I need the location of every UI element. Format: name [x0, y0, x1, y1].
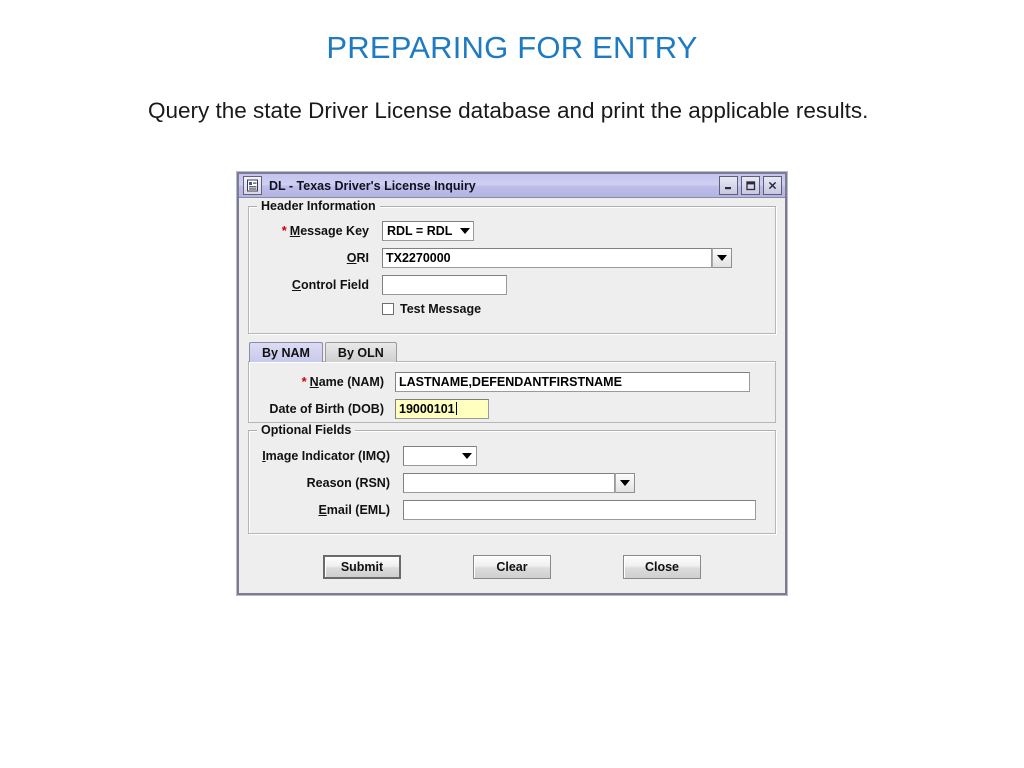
maximize-icon[interactable]	[741, 176, 760, 195]
test-message-row: Test Message	[382, 302, 775, 316]
message-key-combo[interactable]: RDL = RDL	[382, 220, 474, 241]
dl-inquiry-dialog: DL - Texas Driver's License Inquiry Head…	[237, 172, 787, 595]
dialog-body: Header Information * Message Key RDL = RD…	[239, 198, 785, 593]
dialog-title: DL - Texas Driver's License Inquiry	[269, 178, 476, 193]
ori-row: ORI TX2270000	[249, 247, 775, 268]
reason-dropdown-button[interactable]	[615, 472, 635, 493]
window-controls	[719, 176, 782, 195]
message-key-row: * Message Key RDL = RDL	[249, 220, 775, 241]
text-caret	[455, 401, 457, 415]
chevron-down-icon	[460, 227, 471, 234]
dob-row: Date of Birth (DOB) 19000101	[249, 398, 775, 419]
dialog-button-bar: Submit Clear Close	[239, 555, 785, 579]
control-field-input[interactable]	[382, 274, 507, 295]
close-button[interactable]: Close	[623, 555, 701, 579]
form-document-icon	[243, 176, 262, 195]
minimize-icon[interactable]	[719, 176, 738, 195]
required-marker: *	[281, 223, 287, 238]
dob-label: Date of Birth (DOB)	[269, 401, 384, 416]
dob-input[interactable]: 19000101	[395, 398, 489, 419]
image-indicator-label: Image Indicator (IMQ)	[262, 448, 390, 463]
reason-label: Reason (RSN)	[306, 475, 390, 490]
ori-dropdown-button[interactable]	[712, 247, 732, 268]
test-message-checkbox[interactable]	[382, 303, 394, 315]
chevron-down-icon	[717, 254, 727, 261]
reason-row: Reason (RSN)	[249, 472, 775, 493]
optional-fields-label: Optional Fields	[257, 423, 356, 437]
message-key-label: * Message Key	[281, 223, 369, 238]
ori-label: ORI	[346, 250, 369, 265]
ori-input[interactable]: TX2270000	[382, 247, 712, 268]
email-label: Email (EML)	[318, 502, 390, 517]
submit-button[interactable]: Submit	[323, 555, 401, 579]
page-subtitle: Query the state Driver License database …	[148, 98, 869, 123]
test-message-label: Test Message	[400, 302, 482, 316]
name-label: * Name (NAM)	[301, 374, 384, 389]
reason-input[interactable]	[403, 472, 615, 493]
tab-by-oln[interactable]: By OLN	[324, 342, 397, 362]
name-row: * Name (NAM) LASTNAME,DEFENDANTFIRSTNAME	[249, 371, 775, 392]
control-field-row: Control Field	[249, 274, 775, 295]
header-information-group: Header Information * Message Key RDL = RD…	[248, 199, 776, 334]
email-row: Email (EML)	[249, 499, 775, 520]
email-input[interactable]	[403, 499, 756, 520]
image-indicator-row: Image Indicator (IMQ)	[249, 445, 775, 466]
control-field-label: Control Field	[291, 277, 369, 292]
close-icon[interactable]	[763, 176, 782, 195]
header-information-label: Header Information	[257, 199, 380, 213]
search-mode-tabs: By NAM By OLN	[248, 342, 776, 362]
chevron-down-icon	[620, 479, 630, 486]
clear-button[interactable]: Clear	[473, 555, 551, 579]
name-input[interactable]: LASTNAME,DEFENDANTFIRSTNAME	[395, 371, 750, 392]
image-indicator-combo[interactable]	[403, 445, 477, 466]
tab-by-nam[interactable]: By NAM	[249, 342, 323, 362]
optional-fields-group: Optional Fields Image Indicator (IMQ) Re…	[248, 423, 776, 534]
dialog-titlebar[interactable]: DL - Texas Driver's License Inquiry	[239, 174, 785, 198]
by-nam-panel: * Name (NAM) LASTNAME,DEFENDANTFIRSTNAME …	[248, 361, 776, 423]
page-title: PREPARING FOR ENTRY	[326, 30, 698, 65]
required-marker: *	[301, 374, 307, 389]
chevron-down-icon	[462, 452, 472, 459]
